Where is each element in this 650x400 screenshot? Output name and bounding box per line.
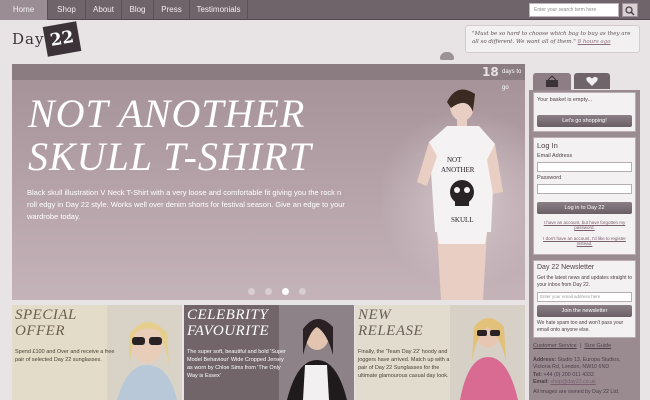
hero-description: Black skull illustration V Neck T-Shirt … bbox=[27, 188, 345, 221]
promo-new-release[interactable]: NEW RELEASE Finally, the 'Team Day 22' h… bbox=[355, 305, 525, 400]
promo-text: Spend £100 and Over and receive a free p… bbox=[15, 349, 115, 363]
email-label: Email Address bbox=[537, 153, 573, 159]
testimonial-quote: "Must be so hard to choose which bag to … bbox=[465, 25, 640, 53]
promo-title-line2: OFFER bbox=[15, 323, 65, 339]
login-title: Log In bbox=[537, 141, 558, 150]
search-input[interactable]: Enter your search term here bbox=[529, 3, 619, 17]
hero-headline: NOT ANOTHER SKULL T-SHIRT bbox=[28, 92, 378, 178]
search-button[interactable] bbox=[622, 3, 638, 17]
promo-title-line1: SPECIAL bbox=[15, 307, 77, 323]
promo-title-line2: FAVOURITE bbox=[187, 323, 270, 339]
password-label: Password bbox=[537, 175, 562, 181]
slider-dot-4[interactable] bbox=[299, 288, 306, 295]
email-link[interactable]: shop@day22.co.uk bbox=[550, 379, 595, 385]
top-navigation: Home Shop About Blog Press Testimonials … bbox=[0, 0, 650, 20]
slider-dots bbox=[248, 288, 328, 298]
register-link[interactable]: I don't have an account, I'd like to reg… bbox=[537, 236, 632, 246]
promo-text: The super soft, beautiful and bold 'Supe… bbox=[187, 349, 286, 379]
logo-text: Day bbox=[12, 30, 45, 48]
nav-press[interactable]: Press bbox=[154, 0, 190, 20]
newsletter-note: We hate spam too and won't pass your ema… bbox=[537, 320, 624, 333]
size-guide-link[interactable]: Size Guide bbox=[584, 343, 611, 349]
hero-slider: 18 days to go NOT ANOTHER SKULL T-SHIRT … bbox=[12, 64, 525, 300]
days-countdown-label: days to go bbox=[502, 69, 522, 91]
promo-special-offer[interactable]: SPECIAL OFFER Spend £100 and Over and re… bbox=[12, 305, 182, 400]
tel-text: +44 (0) 200 011 4332 bbox=[543, 371, 594, 378]
customer-service-link[interactable]: Customer Service bbox=[533, 343, 577, 349]
email-field[interactable] bbox=[537, 162, 632, 172]
search-icon bbox=[625, 6, 635, 16]
newsletter-card: Day 22 Newsletter Get the latest news an… bbox=[533, 260, 636, 338]
copyright-text: All images are owned by Day 22 Ltd. bbox=[533, 389, 620, 396]
login-button[interactable]: Log in to Day 22 bbox=[537, 202, 632, 214]
promo-celebrity-favourite[interactable]: CELEBRITY FAVOURITE The super soft, beau… bbox=[184, 305, 354, 400]
password-field[interactable] bbox=[537, 184, 632, 194]
newsletter-text: Get the latest news and updates straight… bbox=[537, 275, 633, 288]
promo-title: SPECIAL OFFER bbox=[15, 307, 125, 339]
login-card: Log In Email Address Password Log in to … bbox=[533, 137, 636, 255]
promo-title-line2: RELEASE bbox=[358, 323, 424, 339]
basket-card: Your basket is empty... Let's go shoppin… bbox=[533, 92, 636, 132]
hero-headline-line2: SKULL T-SHIRT bbox=[28, 134, 312, 179]
nav-blog[interactable]: Blog bbox=[122, 0, 154, 20]
contact-info: Address: Studio 13, Europa Studios, Vict… bbox=[533, 357, 638, 396]
nav-home[interactable]: Home bbox=[0, 0, 48, 20]
nav-shop[interactable]: Shop bbox=[48, 0, 86, 20]
hero-headline-line1: NOT ANOTHER bbox=[28, 91, 306, 136]
slider-dot-1[interactable] bbox=[248, 288, 255, 295]
basket-empty-text: Your basket is empty... bbox=[537, 97, 593, 103]
bird-icon bbox=[440, 52, 454, 60]
promo-title-line1: NEW bbox=[358, 307, 392, 323]
heart-icon bbox=[586, 77, 598, 86]
tel-label: Tel: bbox=[533, 371, 543, 378]
slider-dot-3[interactable] bbox=[282, 288, 289, 295]
slider-dot-2[interactable] bbox=[265, 288, 272, 295]
promo-title: NEW RELEASE bbox=[358, 307, 468, 339]
email-label-footer: Email: bbox=[533, 378, 549, 385]
logo-mark[interactable]: 22 bbox=[42, 21, 82, 57]
shopping-button[interactable]: Let's go shopping! bbox=[537, 115, 632, 127]
nav-about[interactable]: About bbox=[86, 0, 122, 20]
hero-model-image[interactable]: NOT ANOTHER SKULL bbox=[407, 82, 507, 300]
footer-links: Customer Service | Size Guide bbox=[533, 343, 612, 349]
nav-testimonials[interactable]: Testimonials bbox=[190, 0, 248, 20]
newsletter-email-input[interactable]: Enter your email address here bbox=[537, 292, 632, 302]
forgot-password-link[interactable]: I have an account, but have forgotten my… bbox=[537, 220, 632, 230]
shirt-text-2: ANOTHER bbox=[441, 166, 475, 174]
shirt-text-3: SKULL bbox=[451, 216, 474, 224]
days-countdown-number: 18 bbox=[482, 65, 499, 79]
tab-wishlist[interactable] bbox=[574, 73, 610, 89]
promo-title-line1: CELEBRITY bbox=[187, 307, 269, 323]
newsletter-title: Day 22 Newsletter bbox=[537, 264, 595, 271]
promo-title: CELEBRITY FAVOURITE bbox=[187, 307, 297, 339]
address-label: Address: bbox=[533, 357, 556, 363]
newsletter-button[interactable]: Join the newsletter bbox=[537, 305, 632, 317]
shirt-text: NOT bbox=[447, 156, 462, 164]
hero-top-bar bbox=[12, 64, 525, 80]
quote-time-link[interactable]: 8 hours ago bbox=[578, 39, 611, 45]
promo-text: Finally, the 'Team Day 22' hoody and jog… bbox=[358, 349, 450, 379]
